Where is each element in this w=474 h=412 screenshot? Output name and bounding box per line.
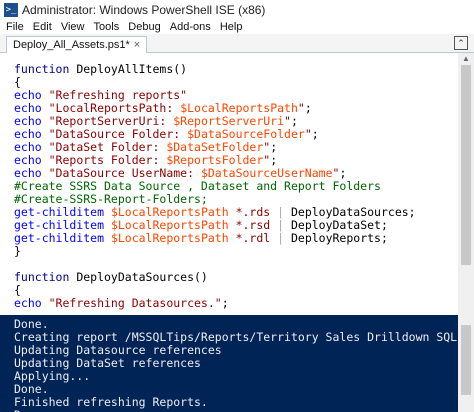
code-token: echo: [14, 127, 49, 141]
code-token: DeployAllItems(): [76, 62, 188, 76]
tab-deploy-all-assets[interactable]: Deploy_All_Assets.ps1* ×: [6, 36, 148, 53]
code-token: get-childitem: [14, 218, 111, 232]
code-token: *.rsd: [228, 218, 278, 232]
menu-debug[interactable]: Debug: [128, 20, 160, 34]
code-token: $ReportsFolder: [166, 153, 264, 167]
code-token: |: [277, 231, 291, 245]
menu-add-ons[interactable]: Add-ons: [170, 20, 211, 34]
script-code: function DeployAllItems(){echo "Refreshi…: [14, 63, 416, 310]
code-token: "DataSource Folder:: [48, 127, 188, 141]
code-token: }: [14, 244, 21, 258]
code-token: $DataSourceUserName: [200, 166, 333, 180]
code-token: $DataSetFolder: [166, 140, 264, 154]
console-pane[interactable]: Done. Creating report /MSSQLTips/Reports/…: [0, 315, 474, 412]
code-token: get-childitem: [14, 205, 111, 219]
code-token: echo: [14, 101, 49, 115]
menu-help[interactable]: Help: [220, 20, 243, 34]
code-token: {: [14, 75, 21, 89]
menu-edit[interactable]: Edit: [33, 20, 52, 34]
code-token: DeployDataSet;: [290, 218, 388, 232]
scroll-up-icon[interactable]: ▲: [461, 55, 471, 63]
code-token: ;: [311, 127, 319, 141]
code-token: echo: [14, 166, 49, 180]
code-token: ": [284, 114, 291, 128]
code-token: DeployReports;: [290, 231, 388, 245]
code-token: "Refreshing reports": [48, 88, 188, 102]
editor-scroll-thumb[interactable]: [461, 65, 471, 265]
code-token: ": [304, 127, 312, 141]
code-token: $ReportServerUri: [173, 114, 285, 128]
console-scroll-thumb[interactable]: [461, 325, 471, 395]
code-token: echo: [14, 140, 49, 154]
code-token: $LocalReportsPath: [180, 101, 298, 115]
console-line: Finished refreshing Reports.: [14, 395, 208, 409]
code-token: function: [14, 62, 77, 76]
code-token: "DataSet Folder:: [48, 140, 167, 154]
code-token: "ReportServerUri:: [48, 114, 174, 128]
code-token: "DataSource UserName:: [48, 166, 201, 180]
script-editor[interactable]: function DeployAllItems(){echo "Refreshi…: [0, 53, 474, 315]
code-token: DeployDataSources(): [76, 270, 208, 284]
code-line: echo "Refreshing Datasources.";: [14, 297, 416, 310]
menu-view[interactable]: View: [61, 20, 85, 34]
code-token: ;: [304, 101, 312, 115]
code-token: #Create SSRS Data Source , Dataset and R…: [14, 179, 381, 193]
code-line: function DeployDataSources(): [14, 271, 416, 284]
close-icon[interactable]: ×: [134, 39, 140, 51]
code-token: ;: [339, 166, 347, 180]
code-token: |: [277, 205, 291, 219]
code-token: function: [14, 270, 77, 284]
window-title: Administrator: Windows PowerShell ISE (x…: [22, 3, 266, 17]
code-token: $LocalReportsPath: [110, 218, 229, 232]
tab-label: Deploy_All_Assets.ps1*: [13, 39, 130, 51]
console-output: Done. Creating report /MSSQLTips/Reports/…: [14, 318, 464, 412]
code-token: $LocalReportsPath: [110, 231, 229, 245]
code-token: echo: [14, 114, 49, 128]
code-token: {: [14, 283, 21, 297]
editor-scrollbar[interactable]: ▲: [458, 53, 474, 315]
code-token: "Reports Folder:: [48, 153, 167, 167]
code-token: DeployDataSources;: [290, 205, 416, 219]
code-token: ;: [290, 114, 298, 128]
powershell-ise-icon: >_: [4, 3, 18, 17]
code-token: ;: [221, 296, 229, 310]
code-token: *.rdl: [228, 231, 278, 245]
console-scrollbar[interactable]: [458, 315, 474, 412]
code-token: ;: [270, 153, 278, 167]
code-token: echo: [14, 153, 49, 167]
title-bar: >_ Administrator: Windows PowerShell ISE…: [0, 0, 474, 21]
code-token: "LocalReportsPath:: [48, 101, 181, 115]
code-token: *.rds: [228, 205, 278, 219]
code-token: "Refreshing Datasources.": [48, 296, 222, 310]
code-token: |: [277, 218, 291, 232]
code-token: $DataSourceFolder: [187, 127, 305, 141]
script-tab-strip: Deploy_All_Assets.ps1* × ⌃: [0, 34, 474, 53]
code-token: #Create-SSRS-Report-Folders;: [14, 192, 208, 206]
code-token: get-childitem: [14, 231, 111, 245]
console-line: Applying...: [14, 369, 91, 383]
code-token: echo: [14, 296, 49, 310]
code-line: function DeployAllItems(): [14, 63, 416, 76]
code-line: }: [14, 245, 416, 258]
code-token: ": [297, 101, 305, 115]
collapse-pane-icon[interactable]: ⌃: [454, 36, 468, 50]
menu-bar: File Edit View Tools Debug Add-ons Help: [0, 20, 474, 34]
code-token: ;: [270, 140, 278, 154]
menu-file[interactable]: File: [6, 20, 24, 34]
code-line: get-childitem $LocalReportsPath *.rdl | …: [14, 232, 416, 245]
code-token: echo: [14, 88, 49, 102]
menu-tools[interactable]: Tools: [94, 20, 120, 34]
code-token: $LocalReportsPath: [110, 205, 229, 219]
